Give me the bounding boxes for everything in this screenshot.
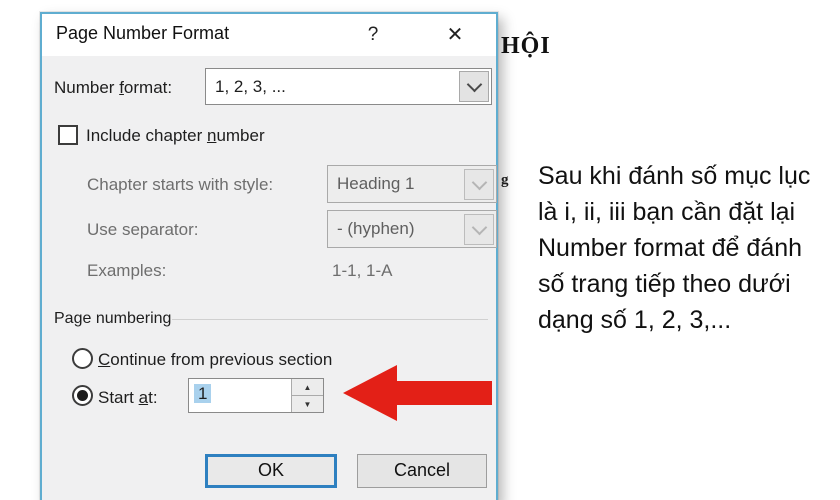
- dialog-title: Page Number Format: [56, 23, 230, 43]
- spinner-buttons: ▲ ▼: [291, 379, 323, 412]
- screenshot-canvas: HỘI g Sau khi đánh số mục lục là i, ii, …: [0, 0, 840, 500]
- background-document-text-fragment: g: [501, 172, 509, 188]
- start-at-value: 1: [194, 384, 212, 403]
- chevron-down-icon[interactable]: [459, 71, 489, 102]
- arrow-shaft: [393, 381, 492, 405]
- cancel-button[interactable]: Cancel: [357, 454, 487, 488]
- chapter-style-dropdown: Heading 1: [327, 165, 497, 203]
- chapter-style-label: Chapter starts with style:: [87, 175, 274, 194]
- start-at-input[interactable]: 1: [189, 379, 291, 412]
- examples-value: 1-1, 1-A: [332, 261, 393, 280]
- help-icon[interactable]: ?: [356, 21, 390, 49]
- arrow-head: [343, 365, 397, 421]
- annotation-line: Number format để đánh: [538, 234, 803, 262]
- page-numbering-group-label: Page numbering: [54, 310, 172, 327]
- dialog-titlebar: Page Number Format ? ✕: [42, 14, 496, 56]
- separator-dropdown: - (hyphen): [327, 210, 497, 248]
- number-format-value: 1, 2, 3, ...: [215, 76, 286, 96]
- annotation-text-block: Sau khi đánh số mục lục là i, ii, iii bạ…: [538, 158, 838, 338]
- start-at-spinner[interactable]: 1 ▲ ▼: [188, 378, 324, 413]
- red-arrow-annotation: [343, 365, 493, 421]
- spin-up-icon[interactable]: ▲: [292, 379, 323, 396]
- examples-label: Examples:: [87, 261, 167, 280]
- start-at-radio[interactable]: [72, 385, 93, 406]
- start-at-label: Start at:: [98, 388, 158, 407]
- include-chapter-checkbox[interactable]: [58, 125, 78, 145]
- separator-label: Use separator:: [87, 220, 199, 239]
- annotation-line: là i, ii, iii bạn cần đặt lại: [538, 198, 796, 226]
- include-chapter-label: Include chapter number: [86, 126, 265, 145]
- close-icon[interactable]: ✕: [438, 21, 472, 49]
- number-format-label: Number format:: [54, 78, 173, 97]
- annotation-line: dạng số 1, 2, 3,...: [538, 306, 732, 334]
- chapter-style-value: Heading 1: [337, 174, 415, 193]
- continue-radio-label: Continue from previous section: [98, 350, 333, 369]
- continue-radio[interactable]: [72, 348, 93, 369]
- number-format-dropdown[interactable]: 1, 2, 3, ...: [205, 68, 492, 105]
- spin-down-icon[interactable]: ▼: [292, 396, 323, 412]
- chevron-down-icon: [464, 213, 494, 245]
- annotation-line: số trang tiếp theo dưới: [538, 270, 791, 298]
- group-divider: [172, 319, 488, 320]
- page-number-format-dialog: Page Number Format ? ✕ Number format: 1,…: [40, 12, 498, 500]
- background-document-text: HỘI: [501, 33, 551, 59]
- annotation-line: Sau khi đánh số mục lục: [538, 162, 811, 190]
- chevron-down-icon: [464, 168, 494, 200]
- separator-value: - (hyphen): [337, 219, 415, 238]
- ok-button[interactable]: OK: [205, 454, 337, 488]
